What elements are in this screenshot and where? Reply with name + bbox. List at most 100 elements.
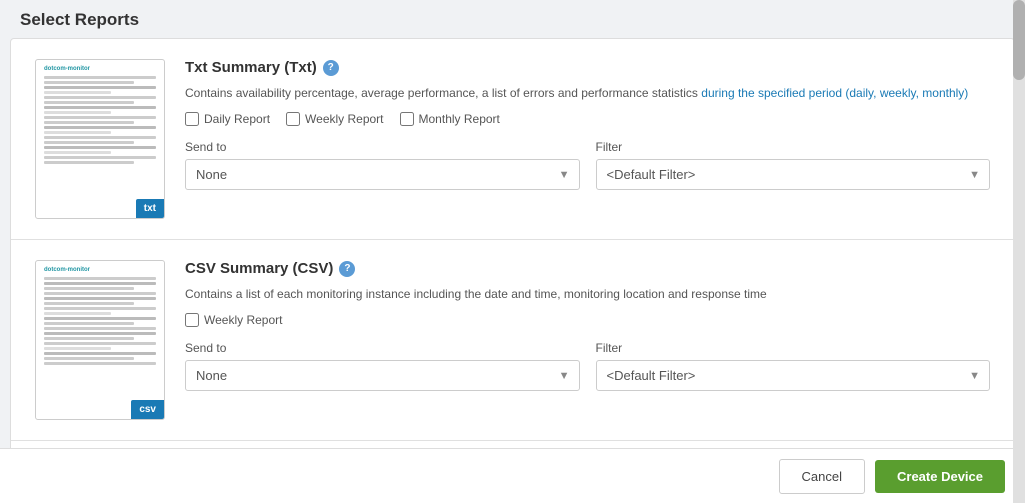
page-header: Select Reports [0,0,1025,38]
txt-filter-group: Filter <Default Filter> ▼ [596,140,991,190]
thumb-line [44,126,156,129]
thumb-line [44,151,111,154]
thumb-line [44,161,134,164]
thumb-line [44,121,134,124]
txt-report-body: dotcom-monitor [35,59,990,219]
thumb-line [44,352,156,355]
thumb-line [44,332,156,335]
csv-badge: csv [131,400,164,419]
footer-bar: Cancel Create Device [0,448,1025,503]
txt-daily-label: Daily Report [204,112,270,126]
csv-send-to-group: Send to None ▼ [185,341,580,391]
thumb-line [44,101,134,104]
thumb-line [44,86,156,89]
txt-report-header: Txt Summary (Txt) ? [185,59,990,76]
thumb-line [44,342,156,345]
csv-thumb-logo: dotcom-monitor [44,267,156,273]
thumb-line [44,307,156,310]
thumb-line [44,292,156,295]
txt-filter-select[interactable]: <Default Filter> [596,159,991,190]
scrollbar-thumb[interactable] [1013,0,1025,80]
csv-weekly-checkbox-label[interactable]: Weekly Report [185,313,282,327]
thumb-line [44,302,134,305]
txt-send-to-select[interactable]: None [185,159,580,190]
csv-filter-group: Filter <Default Filter> ▼ [596,341,991,391]
thumb-line [44,141,134,144]
csv-send-to-label: Send to [185,341,580,355]
csv-checkboxes-row: Weekly Report [185,313,990,327]
thumb-line [44,96,156,99]
create-device-button[interactable]: Create Device [875,460,1005,493]
txt-filter-wrapper: <Default Filter> ▼ [596,159,991,190]
thumb-line [44,116,156,119]
txt-send-to-wrapper: None ▼ [185,159,580,190]
thumb-line [44,111,111,114]
txt-thumbnail: dotcom-monitor [35,59,165,219]
csv-filter-label: Filter [596,341,991,355]
csv-description: Contains a list of each monitoring insta… [185,285,990,303]
txt-weekly-label: Weekly Report [305,112,383,126]
thumb-line [44,91,111,94]
txt-weekly-checkbox-label[interactable]: Weekly Report [286,112,383,126]
content-area: dotcom-monitor [10,38,1015,458]
thumbnail-content: dotcom-monitor [36,60,164,172]
csv-send-to-wrapper: None ▼ [185,360,580,391]
thumb-line [44,317,156,320]
txt-report-info: Txt Summary (Txt) ? Contains availabilit… [185,59,990,219]
csv-form-row: Send to None ▼ Filter [185,341,990,391]
thumb-line [44,362,156,365]
csv-report-body: dotcom-monitor [35,260,990,420]
txt-title-text: Txt Summary (Txt) [185,59,317,76]
csv-weekly-checkbox[interactable] [185,313,199,327]
csv-help-icon[interactable]: ? [339,261,355,277]
csv-filter-select[interactable]: <Default Filter> [596,360,991,391]
csv-title-text: CSV Summary (CSV) [185,260,333,277]
thumb-line [44,312,111,315]
txt-daily-checkbox[interactable] [185,112,199,126]
csv-report-title: CSV Summary (CSV) ? [185,260,355,277]
csv-thumbnail: dotcom-monitor [35,260,165,420]
thumb-line [44,156,156,159]
csv-thumbnail-content: dotcom-monitor [36,261,164,373]
thumb-line [44,322,134,325]
txt-badge: txt [136,199,164,218]
csv-weekly-label: Weekly Report [204,313,282,327]
thumb-line [44,337,134,340]
thumb-line [44,131,111,134]
txt-weekly-checkbox[interactable] [286,112,300,126]
txt-description: Contains availability percentage, averag… [185,84,990,102]
txt-help-icon[interactable]: ? [323,60,339,76]
thumb-line [44,287,134,290]
thumb-line [44,136,156,139]
thumb-line [44,297,156,300]
csv-report-header: CSV Summary (CSV) ? [185,260,990,277]
txt-checkboxes-row: Daily Report Weekly Report Monthly Repor… [185,112,990,126]
thumb-line [44,327,156,330]
txt-monthly-checkbox-label[interactable]: Monthly Report [400,112,500,126]
csv-report-section: dotcom-monitor [11,240,1014,441]
txt-monthly-checkbox[interactable] [400,112,414,126]
txt-report-section: dotcom-monitor [11,39,1014,240]
txt-filter-label: Filter [596,140,991,154]
txt-send-to-label: Send to [185,140,580,154]
csv-send-to-select[interactable]: None [185,360,580,391]
txt-daily-checkbox-label[interactable]: Daily Report [185,112,270,126]
scrollbar[interactable] [1013,0,1025,503]
csv-report-info: CSV Summary (CSV) ? Contains a list of e… [185,260,990,420]
txt-form-row: Send to None ▼ Filter [185,140,990,190]
txt-send-to-group: Send to None ▼ [185,140,580,190]
thumb-line [44,106,156,109]
thumb-line [44,357,134,360]
thumb-logo: dotcom-monitor [44,66,156,72]
thumb-line [44,76,156,79]
thumb-line [44,277,156,280]
thumb-line [44,81,134,84]
cancel-button[interactable]: Cancel [779,459,865,494]
thumb-line [44,146,156,149]
thumb-line [44,282,156,285]
txt-monthly-label: Monthly Report [419,112,500,126]
thumb-line [44,347,111,350]
txt-report-title: Txt Summary (Txt) ? [185,59,339,76]
csv-filter-wrapper: <Default Filter> ▼ [596,360,991,391]
main-container: Select Reports dotcom-monitor [0,0,1025,503]
